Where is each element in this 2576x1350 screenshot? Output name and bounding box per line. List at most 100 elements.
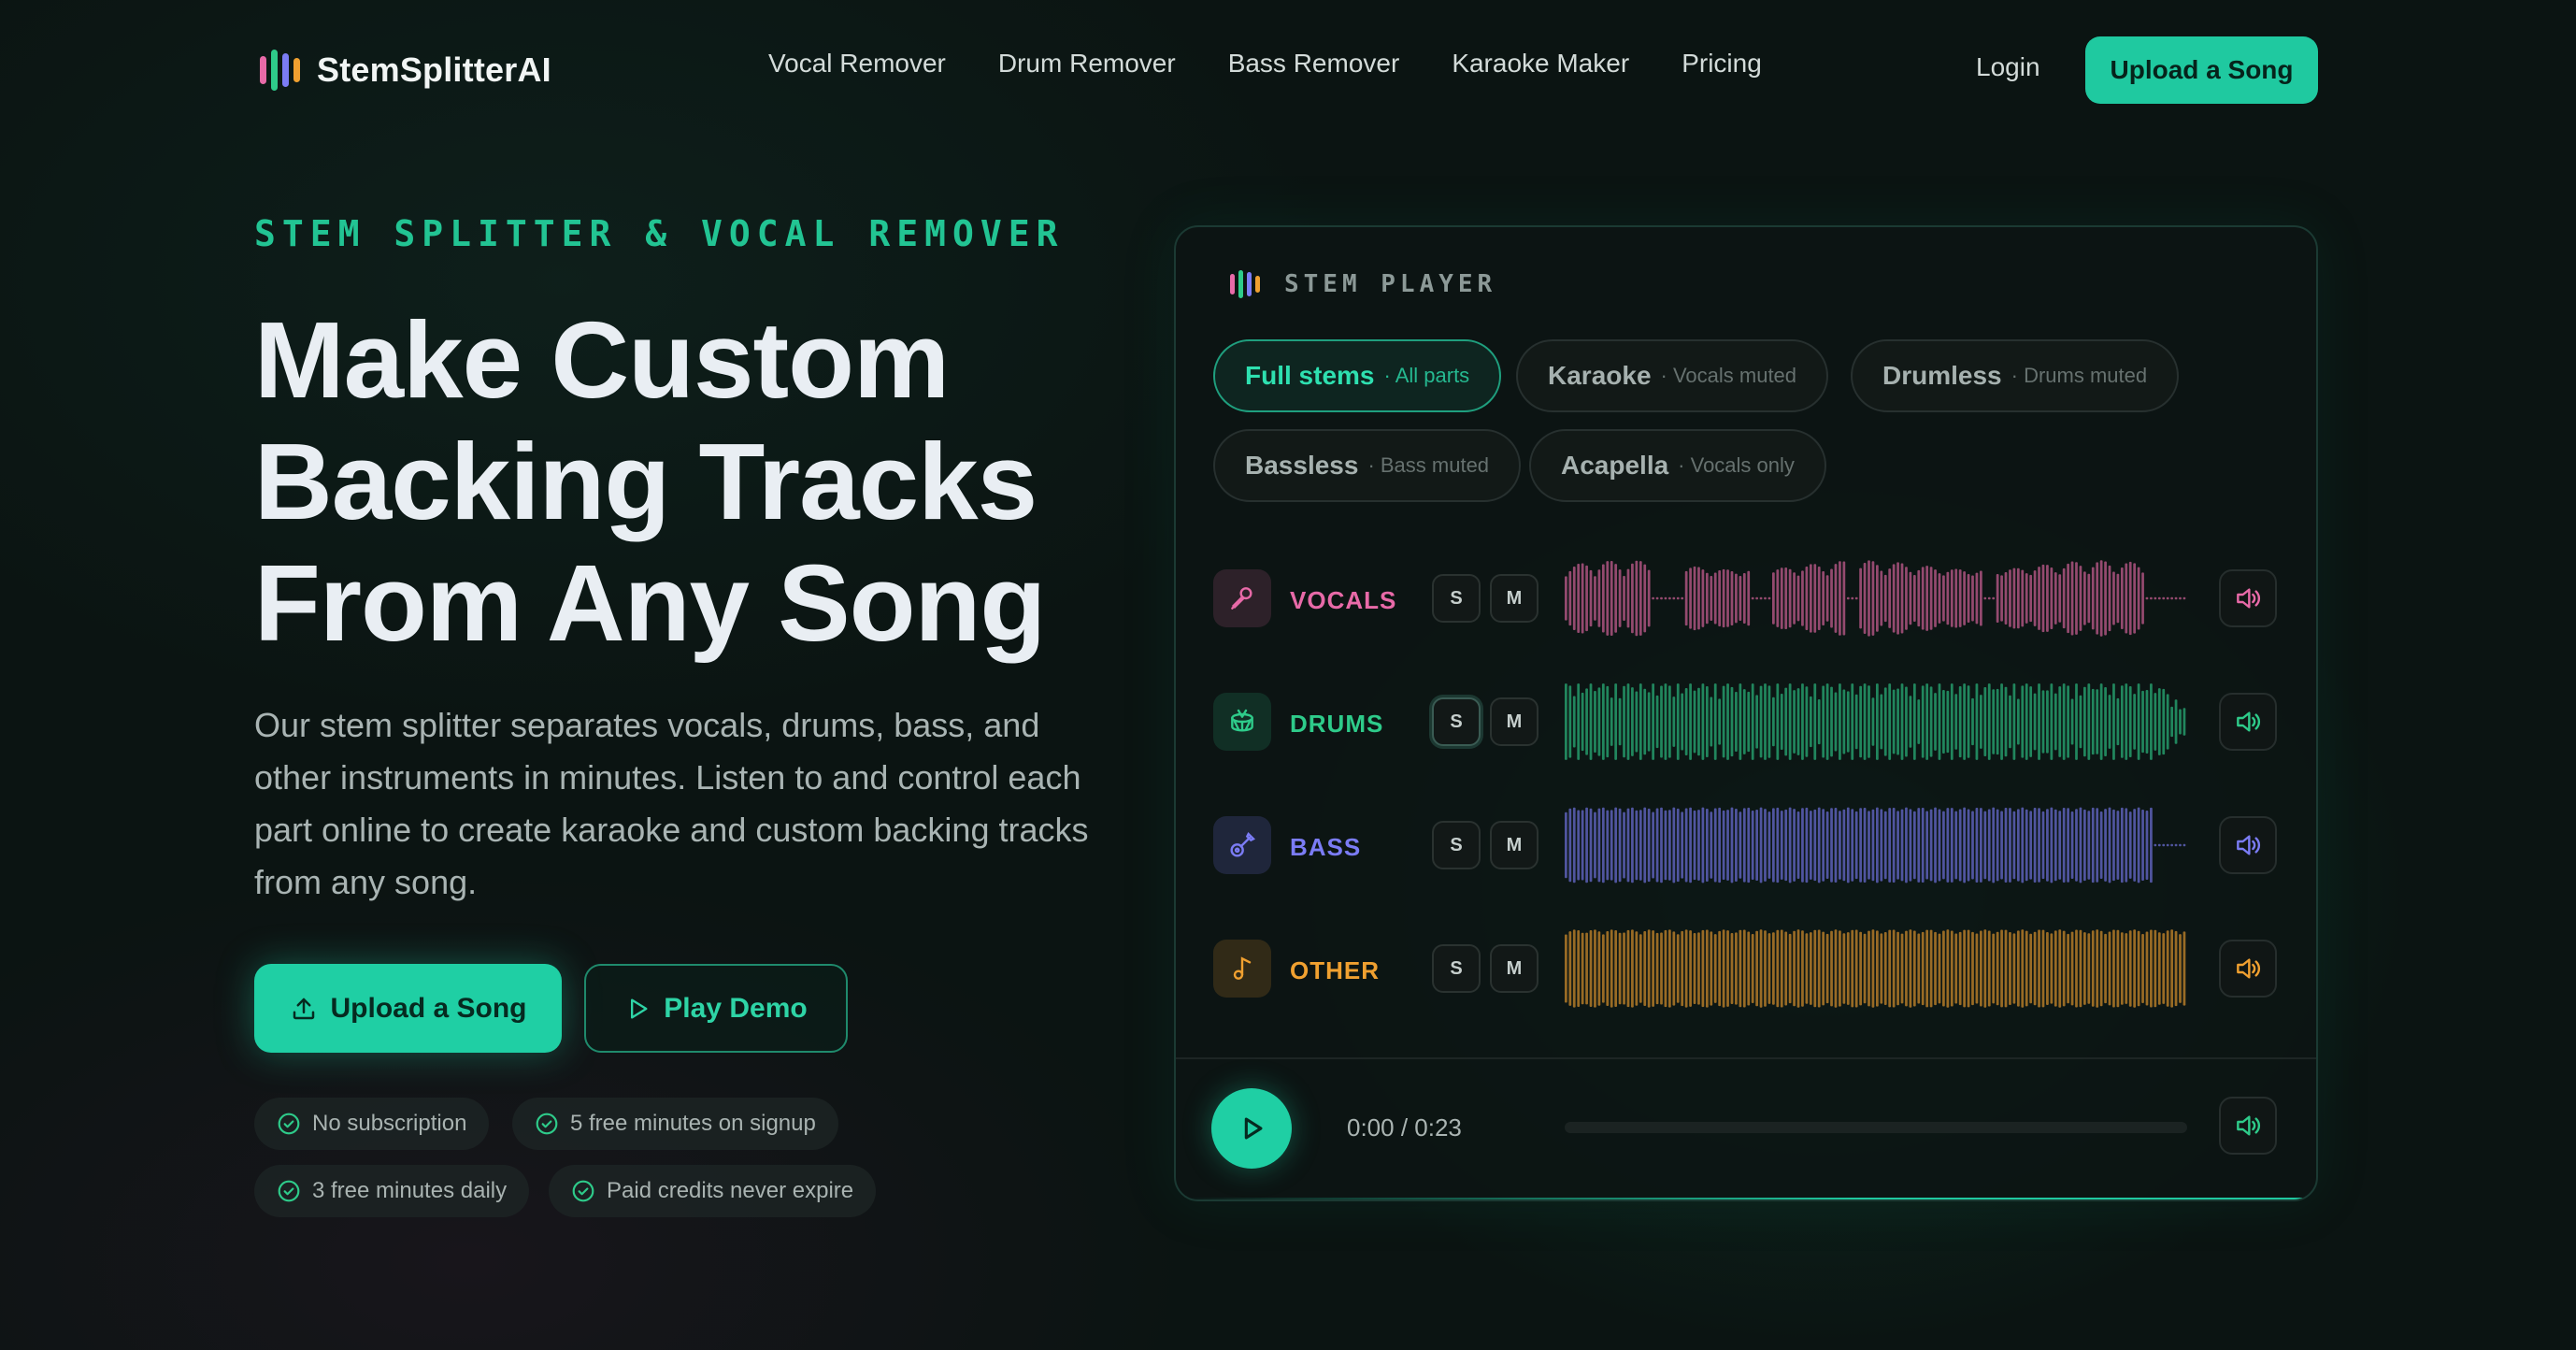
waveform-bar [1772, 572, 1775, 625]
nav-link-bass-remover[interactable]: Bass Remover [1228, 49, 1400, 79]
waveform-bar [2137, 807, 2140, 883]
upload-song-label: Upload a Song [330, 992, 527, 1024]
waveform-bar [1805, 567, 1809, 630]
nav-link-vocal-remover[interactable]: Vocal Remover [768, 49, 946, 79]
brand-logo[interactable]: StemSplitterAI [260, 47, 551, 93]
volume-button-bass[interactable] [2219, 816, 2277, 874]
waveform-bar [1635, 560, 1639, 637]
mute-button-bass[interactable]: M [1490, 821, 1538, 869]
waveform-bar [1925, 566, 1929, 631]
waveform-bar [1900, 563, 1904, 634]
waveform-bar [1851, 683, 1854, 760]
mode-acapella[interactable]: Acapella · Vocals only [1529, 429, 1826, 502]
play-demo-button[interactable]: Play Demo [584, 964, 848, 1053]
waveform-bar [1946, 571, 1950, 625]
playback-time: 0:00 / 0:23 [1347, 1113, 1462, 1142]
solo-button-other[interactable]: S [1432, 944, 1481, 993]
waveform-bar [2025, 809, 2028, 882]
mute-button-vocals[interactable]: M [1490, 574, 1538, 623]
login-link[interactable]: Login [1976, 52, 2040, 82]
volume-button-other[interactable] [2219, 940, 2277, 998]
waveform-bar [2091, 688, 2095, 755]
waveform-bar [1992, 933, 1996, 1004]
waveform-bar [1652, 596, 1654, 600]
volume-button-drums[interactable] [2219, 693, 2277, 751]
waveform-bar [1623, 811, 1625, 879]
waveform-bar [1610, 697, 1613, 746]
waveform-bar [1631, 687, 1634, 756]
waveform-bar [2125, 563, 2128, 634]
solo-button-vocals[interactable]: S [1432, 574, 1481, 623]
mode-bassless[interactable]: Bassless · Bass muted [1213, 429, 1522, 502]
waveform-bar [1614, 683, 1618, 760]
progress-bar[interactable] [1565, 1122, 2187, 1133]
waveform-bar [1751, 596, 1754, 600]
waveform-bar [1883, 932, 1887, 1005]
waveform-bar [2125, 683, 2128, 760]
waveform-bar [2108, 565, 2111, 632]
waveform-bar [2083, 571, 2086, 625]
waveform-bar [2087, 683, 2091, 760]
waveform-bar [2099, 930, 2103, 1007]
waveform-bar [1971, 575, 1974, 622]
waveform-bar [1987, 809, 1991, 882]
feature-text: 5 free minutes on signup [570, 1111, 816, 1136]
waveform-bar [1975, 572, 1979, 625]
waveform-bar [2079, 807, 2082, 883]
waveform-bar [1892, 929, 1896, 1008]
solo-button-bass[interactable]: S [1432, 821, 1481, 869]
mode-karaoke[interactable]: Karaoke · Vocals muted [1516, 339, 1829, 412]
nav-link-drum-remover[interactable]: Drum Remover [998, 49, 1176, 79]
waveform-bar [1880, 933, 1883, 1004]
waveform-bar [1817, 566, 1821, 631]
waveform-bar [2104, 687, 2107, 756]
waveform-bar [1859, 808, 1862, 883]
waveform-bar [1925, 811, 1929, 880]
waveform-bar [1822, 931, 1825, 1006]
waveform-bar [1780, 929, 1783, 1008]
waveform-bar [2062, 807, 2066, 883]
mute-button-drums[interactable]: M [1490, 697, 1538, 746]
waveform-bar [1652, 930, 1654, 1007]
mode-drumless[interactable]: Drumless · Drums muted [1851, 339, 2180, 412]
waveform-bar [1992, 596, 1996, 600]
waveform-bar [1863, 563, 1867, 634]
mode-full-stems[interactable]: Full stems · All parts [1213, 339, 1502, 412]
waveform-bar [1767, 811, 1771, 879]
waveform-bar [1788, 807, 1792, 883]
waveform-bar [1971, 811, 1974, 880]
nav-link-karaoke-maker[interactable]: Karaoke Maker [1452, 49, 1629, 79]
solo-button-drums[interactable]: S [1432, 697, 1481, 746]
volume-button-vocals[interactable] [2219, 569, 2277, 627]
play-button[interactable] [1211, 1088, 1292, 1169]
waveform-bar [1684, 687, 1688, 756]
waveform-bar [2141, 933, 2144, 1004]
waveform-bar [1705, 572, 1709, 625]
waveform-bar [2170, 929, 2173, 1008]
waveform-bar [1764, 683, 1767, 760]
waveform-bar [1747, 570, 1751, 626]
waveform-bar [1668, 685, 1671, 758]
upload-song-button[interactable]: Upload a Song [254, 964, 562, 1053]
waveform-bar [1730, 933, 1734, 1004]
waveform-bar [2112, 571, 2115, 625]
nav-link-pricing[interactable]: Pricing [1682, 49, 1762, 79]
waveform-bar [2038, 567, 2040, 630]
master-volume-button[interactable] [2219, 1097, 2277, 1155]
waveform-bar [2104, 933, 2107, 1004]
mute-button-other[interactable]: M [1490, 944, 1538, 993]
waveform-bar [1883, 811, 1887, 880]
waveform-bar [1980, 570, 1982, 626]
nav-upload-button[interactable]: Upload a Song [2085, 36, 2318, 104]
waveform-bar [1668, 810, 1671, 881]
waveform-bar [2050, 807, 2054, 883]
waveform-bar [1664, 683, 1667, 760]
waveform-bar [1689, 567, 1692, 629]
waveform-bar [1992, 689, 1996, 754]
waveform-bar [1735, 692, 1738, 752]
logo-bars-icon [260, 48, 300, 93]
waveform-bar [2112, 809, 2115, 882]
track-name-bass: BASS [1290, 833, 1362, 861]
waveform-bar [1868, 685, 1870, 758]
waveform-bar [1896, 562, 1899, 635]
